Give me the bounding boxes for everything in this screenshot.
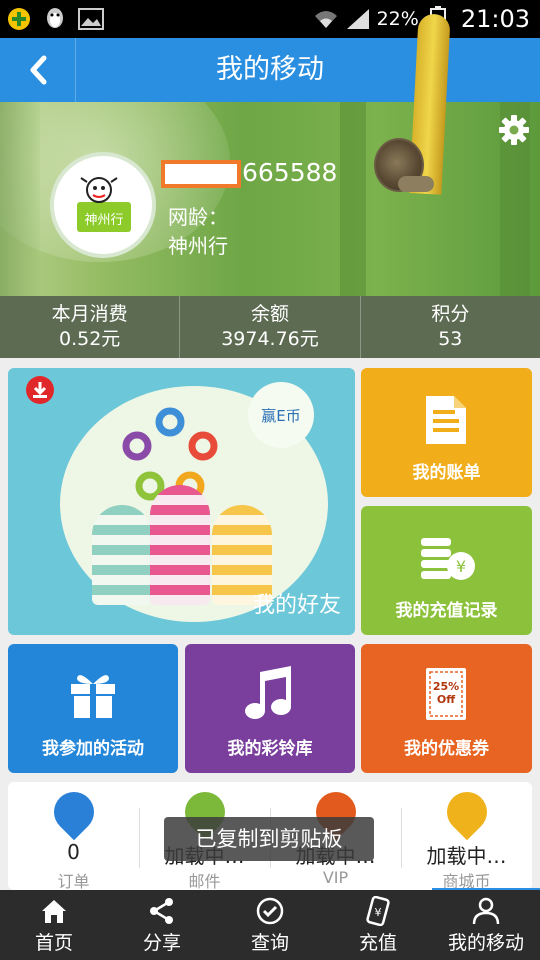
- stat-value: 53: [438, 328, 463, 350]
- nav-label: 首页: [34, 931, 73, 954]
- svg-text:¥: ¥: [456, 557, 466, 576]
- tile-ringtone-library[interactable]: 我的彩铃库: [185, 644, 355, 773]
- wifi-icon: [313, 6, 339, 32]
- stat-points[interactable]: 积分 53: [361, 296, 540, 358]
- music-note-icon: [245, 666, 291, 719]
- tile-label: 我的优惠券: [404, 739, 489, 759]
- brand-logo: 神州行: [69, 176, 137, 234]
- back-button[interactable]: [0, 38, 76, 102]
- title-bar: 我的移动: [0, 38, 540, 102]
- stat-label: 积分: [431, 303, 470, 325]
- info-caption: 商城币: [442, 872, 491, 890]
- gift-icon: [71, 675, 115, 718]
- info-value: 加载中…: [426, 844, 507, 868]
- chevron-left-icon: [30, 55, 46, 85]
- ecoin-bubble[interactable]: 赢E币: [248, 382, 314, 448]
- phone-number-redaction: [161, 160, 241, 188]
- info-caption: VIP: [322, 868, 349, 887]
- info-caption: 邮件: [188, 872, 221, 890]
- nav-label: 我的移动: [447, 931, 524, 954]
- tile-my-coupons[interactable]: 25% Off 我的优惠券: [361, 644, 532, 773]
- coins-icon: [438, 783, 495, 841]
- qq-penguin-icon: [42, 6, 68, 32]
- order-icon: [45, 783, 102, 841]
- stat-value: 0.52元: [59, 328, 121, 350]
- tile-my-bill[interactable]: 我的账单: [361, 368, 532, 497]
- net-age-label: 网龄：: [168, 205, 228, 229]
- stat-label: 本月消费: [51, 303, 128, 325]
- nav-label: 查询: [250, 931, 289, 954]
- settings-gear-icon[interactable]: [498, 114, 530, 146]
- nav-query[interactable]: 查询: [216, 890, 324, 960]
- svg-text:Off: Off: [437, 693, 455, 706]
- svg-text:神州行: 神州行: [84, 213, 123, 228]
- image-icon: [78, 6, 104, 32]
- share-icon: [150, 897, 173, 924]
- nav-label: 充值: [358, 931, 397, 954]
- tile-label: 我的账单: [412, 463, 481, 483]
- nav-recharge[interactable]: ¥ 充值: [324, 890, 432, 960]
- tile-label: 我的好友: [252, 593, 341, 618]
- bill-document-icon: [426, 396, 466, 444]
- tile-my-activities[interactable]: 我参加的活动: [8, 644, 178, 773]
- home-icon: [42, 899, 66, 923]
- bottom-nav: 首页 分享 查询 ¥ 充值 我的移动: [0, 890, 540, 960]
- brand-name: 神州行: [168, 234, 228, 258]
- nav-label: 分享: [142, 931, 181, 954]
- account-stats: 本月消费 0.52元 余额 3974.76元 积分 53: [0, 296, 540, 358]
- info-mall-coins[interactable]: 加载中… 商城币: [401, 782, 532, 890]
- info-value: 0: [67, 840, 80, 864]
- download-icon[interactable]: [26, 376, 54, 404]
- clock: 21:03: [460, 5, 530, 33]
- battery-percent: 22%: [376, 8, 419, 30]
- nav-share[interactable]: 分享: [108, 890, 216, 960]
- coin-stack-yen-icon: ¥: [421, 538, 475, 580]
- nav-home[interactable]: 首页: [0, 890, 108, 960]
- check-icon: [256, 897, 284, 924]
- page-title: 我的移动: [216, 54, 324, 85]
- kid-illustration: [92, 505, 152, 605]
- info-orders[interactable]: 0 订单: [8, 782, 139, 890]
- signal-icon: [345, 6, 371, 32]
- phone-number: 665588: [242, 158, 338, 187]
- nav-my-mobile[interactable]: 我的移动: [432, 890, 540, 960]
- stat-value: 3974.76元: [221, 328, 319, 350]
- tile-label: 我参加的活动: [42, 739, 144, 759]
- tile-recharge-records[interactable]: ¥ 我的充值记录: [361, 506, 532, 635]
- toast-message: 已复制到剪贴板: [164, 817, 374, 861]
- avatar[interactable]: 神州行: [50, 152, 156, 258]
- tile-label: 我的彩铃库: [227, 739, 313, 759]
- coupon-ticket-icon: 25% Off: [426, 668, 466, 720]
- stat-monthly-spend[interactable]: 本月消费 0.52元: [0, 296, 181, 358]
- svg-text:¥: ¥: [375, 906, 382, 919]
- stat-label: 余额: [250, 303, 289, 325]
- recharge-phone-icon: ¥: [366, 895, 390, 926]
- svg-text:25%: 25%: [433, 680, 459, 693]
- stat-balance[interactable]: 余额 3974.76元: [180, 296, 361, 358]
- app-plus-icon: [6, 6, 32, 32]
- info-caption: 订单: [57, 872, 90, 890]
- status-bar: 22% 21:03: [0, 0, 540, 38]
- tile-label: 我的充值记录: [395, 601, 498, 621]
- tile-my-friends[interactable]: 赢E币 我的好友: [8, 368, 355, 635]
- person-icon: [472, 897, 500, 924]
